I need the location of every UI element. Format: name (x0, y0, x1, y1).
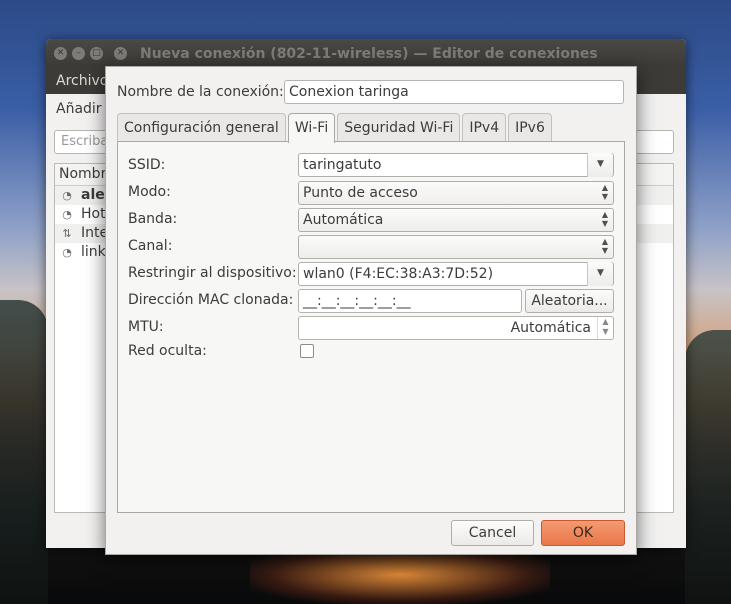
wifi-icon: ◔ (62, 189, 72, 202)
cancel-button[interactable]: Cancel (451, 520, 534, 546)
tab-general[interactable]: Configuración general (117, 113, 286, 142)
minimize-icon[interactable]: – (72, 47, 85, 60)
ssid-combo[interactable]: taringatuto ▼ (298, 153, 614, 177)
spin-arrows-icon[interactable]: ▲ ▼ (597, 317, 613, 339)
background-trees-left (0, 300, 48, 604)
maximize-icon[interactable]: □ (90, 47, 103, 60)
list-item-label: Hot (81, 206, 106, 222)
connection-name-label: Nombre de la conexión: (117, 84, 284, 100)
cloned-mac-label: Dirección MAC clonada: (128, 292, 294, 308)
tab-ipv6[interactable]: IPv6 (508, 113, 552, 142)
device-combo[interactable]: wlan0 (F4:EC:38:A3:7D:52) ▼ (298, 262, 614, 286)
mode-select[interactable]: Punto de acceso ▲ ▼ (298, 181, 614, 205)
mtu-label: MTU: (128, 319, 164, 335)
updown-arrows-icon: ▲ ▼ (601, 210, 609, 228)
mode-label: Modo: (128, 184, 171, 200)
ethernet-icon: ⇅ (62, 227, 72, 240)
hidden-network-checkbox[interactable] (300, 344, 314, 358)
window-titlebar: ✕ – □ ✕ Nueva conexión (802-11-wireless)… (46, 39, 686, 68)
device-label: Restringir al dispositivo: (128, 265, 297, 281)
tab-wifi[interactable]: Wi-Fi (287, 113, 336, 143)
band-value: Automática (303, 212, 384, 228)
wifi-settings-panel: SSID: taringatuto ▼ Modo: Punto de acces… (117, 141, 625, 513)
tab-wifi-security[interactable]: Seguridad Wi-Fi (337, 113, 461, 142)
band-select[interactable]: Automática ▲ ▼ (298, 208, 614, 232)
wifi-icon: ◔ (62, 208, 72, 221)
mtu-spinbox[interactable]: Automática ▲ ▼ (298, 316, 614, 340)
add-button[interactable]: Añadir (56, 101, 102, 117)
ok-button[interactable]: OK (541, 520, 625, 546)
tab-bar: Configuración general Wi-Fi Seguridad Wi… (117, 113, 554, 143)
close-icon[interactable]: ✕ (114, 47, 127, 60)
list-item-label: link (81, 244, 106, 260)
wifi-connection-dialog: Nombre de la conexión: Conexion taringa … (105, 66, 637, 555)
menu-archivo[interactable]: Archivo (56, 73, 108, 89)
window-title: Nueva conexión (802-11-wireless) — Edito… (140, 45, 598, 62)
updown-arrows-icon: ▲ ▼ (601, 237, 609, 255)
chevron-down-icon[interactable]: ▼ (587, 153, 613, 177)
wifi-icon: ◔ (62, 246, 72, 259)
band-label: Banda: (128, 211, 178, 227)
device-value: wlan0 (F4:EC:38:A3:7D:52) (303, 266, 494, 282)
channel-label: Canal: (128, 238, 173, 254)
close-icon[interactable]: ✕ (54, 47, 67, 60)
updown-arrows-icon: ▲ ▼ (601, 183, 609, 201)
mode-value: Punto de acceso (303, 185, 418, 201)
mtu-value: Automática (510, 320, 591, 336)
channel-select[interactable]: ▲ ▼ (298, 235, 614, 259)
ssid-label: SSID: (128, 157, 166, 173)
hidden-network-label: Red oculta: (128, 343, 207, 359)
chevron-down-icon[interactable]: ▼ (587, 262, 613, 286)
background-sunset (250, 555, 550, 604)
tab-ipv4[interactable]: IPv4 (462, 113, 507, 142)
background-trees-right (685, 330, 731, 604)
ssid-value: taringatuto (303, 157, 382, 173)
cloned-mac-input[interactable]: __:__:__:__:__:__ (298, 289, 522, 313)
random-mac-button[interactable]: Aleatoria... (525, 289, 614, 313)
connection-name-input[interactable]: Conexion taringa (284, 80, 624, 104)
